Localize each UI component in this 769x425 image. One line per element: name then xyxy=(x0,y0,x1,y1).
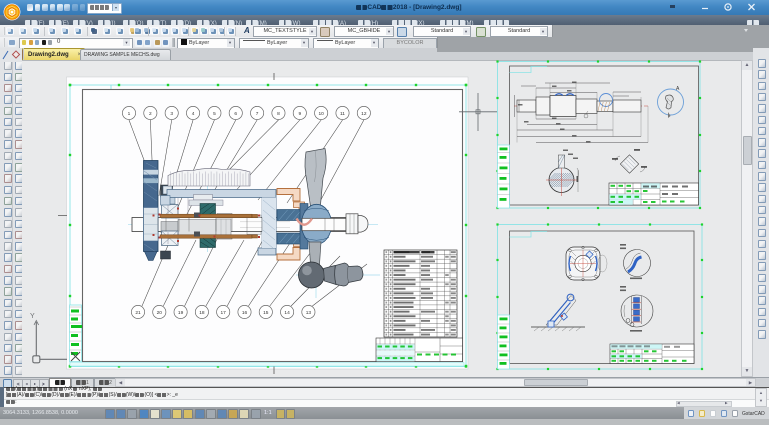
svg-text:17: 17 xyxy=(221,310,227,316)
svg-text:11: 11 xyxy=(340,111,345,117)
svg-text:Y: Y xyxy=(30,313,35,320)
svg-text:9: 9 xyxy=(298,111,301,117)
svg-text:A: A xyxy=(676,86,680,92)
svg-text:1: 1 xyxy=(128,111,131,117)
svg-text:19: 19 xyxy=(178,310,184,316)
svg-text:7: 7 xyxy=(256,111,259,117)
svg-text:13: 13 xyxy=(306,310,312,316)
svg-text:10: 10 xyxy=(318,111,324,117)
svg-text:16: 16 xyxy=(242,310,248,316)
svg-text:15: 15 xyxy=(263,310,269,316)
svg-text:8: 8 xyxy=(277,111,280,117)
svg-text:20: 20 xyxy=(157,310,163,316)
svg-text:5: 5 xyxy=(213,111,216,117)
svg-text:18: 18 xyxy=(199,310,205,316)
svg-text:3: 3 xyxy=(170,111,173,117)
svg-text:2: 2 xyxy=(149,111,152,117)
svg-text:21: 21 xyxy=(135,310,141,316)
svg-text:4: 4 xyxy=(192,111,195,117)
svg-text:14: 14 xyxy=(284,310,290,316)
svg-text:6: 6 xyxy=(234,111,237,117)
svg-text:12: 12 xyxy=(361,111,367,117)
